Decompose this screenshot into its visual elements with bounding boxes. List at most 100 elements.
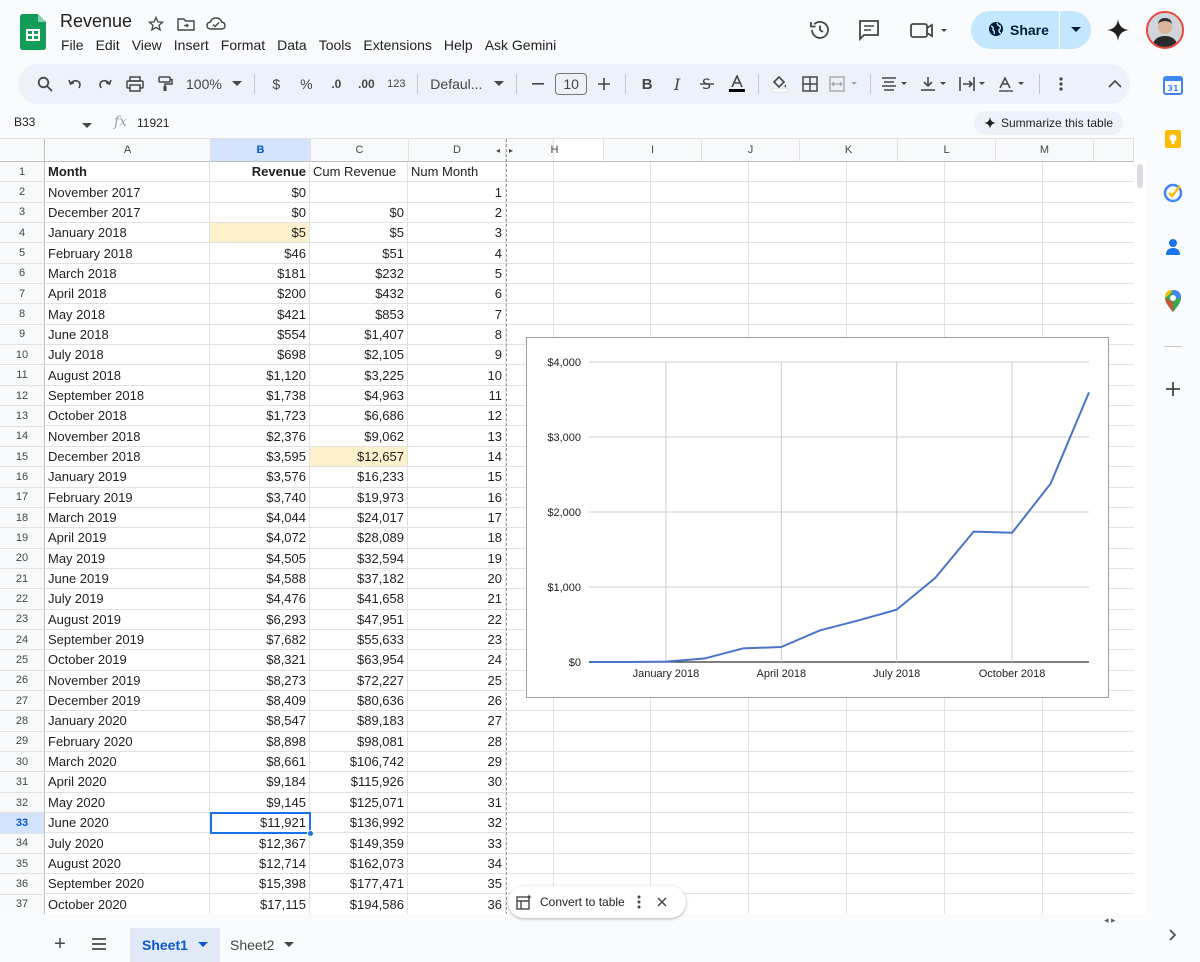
column-header-k[interactable]: K — [800, 139, 898, 162]
cell-a[interactable]: May 2020 — [45, 792, 210, 813]
cell-b[interactable]: $698 — [210, 345, 310, 366]
cell-empty[interactable] — [1043, 203, 1134, 224]
version-history-icon[interactable] — [808, 18, 832, 42]
strikethrough-icon[interactable]: S — [694, 70, 720, 98]
cell-b[interactable]: $421 — [210, 304, 310, 325]
column-header-m[interactable]: M — [996, 139, 1094, 162]
cell-c[interactable]: $2,105 — [310, 345, 408, 366]
add-addon-icon[interactable] — [1160, 376, 1186, 402]
cell-a[interactable]: May 2018 — [45, 304, 210, 325]
cell-empty[interactable] — [945, 263, 1043, 285]
cell-empty[interactable] — [554, 792, 651, 813]
cell-empty[interactable] — [506, 182, 554, 203]
cell-empty[interactable] — [506, 223, 554, 244]
cell-empty[interactable] — [1043, 813, 1134, 834]
cell-a[interactable]: August 2020 — [45, 853, 210, 875]
cell-d[interactable]: 28 — [408, 731, 506, 752]
row-header[interactable]: 19 — [0, 528, 45, 549]
cell-empty[interactable] — [651, 731, 749, 752]
scrollbar-thumb[interactable] — [1137, 164, 1143, 188]
cell-a[interactable]: November 2018 — [45, 426, 210, 447]
cell-a[interactable]: December 2019 — [45, 690, 210, 712]
cell-empty[interactable] — [945, 304, 1043, 325]
cell-empty[interactable] — [651, 202, 749, 224]
cell-a[interactable]: June 2019 — [45, 568, 210, 590]
maps-icon[interactable] — [1160, 288, 1186, 314]
cell-b[interactable]: $4,588 — [210, 568, 310, 590]
row-header[interactable]: 30 — [0, 752, 45, 773]
cell-empty[interactable] — [1043, 711, 1134, 732]
cell-empty[interactable] — [651, 711, 749, 732]
cell-d[interactable]: 11 — [408, 385, 506, 407]
row-header[interactable]: 33 — [0, 813, 45, 834]
cell-empty[interactable] — [1043, 182, 1134, 203]
cell-a[interactable]: April 2020 — [45, 772, 210, 793]
cell-empty[interactable] — [847, 304, 945, 325]
row-header[interactable]: 24 — [0, 630, 45, 651]
cell-a[interactable]: January 2020 — [45, 711, 210, 732]
cell-empty[interactable] — [749, 243, 847, 264]
cell-a[interactable]: March 2018 — [45, 263, 210, 285]
cell-a[interactable]: Month — [45, 162, 210, 183]
freeze-divider[interactable] — [506, 139, 507, 914]
cell-d[interactable]: 17 — [408, 507, 506, 529]
cell-empty[interactable] — [506, 263, 554, 285]
cell-empty[interactable] — [847, 284, 945, 305]
borders-icon[interactable] — [797, 70, 823, 98]
cell-d[interactable]: 13 — [408, 426, 506, 447]
all-sheets-icon[interactable] — [88, 934, 110, 954]
revenue-line-chart[interactable]: $0 $1,000 $2,000 $3,000 $4,000 January 2018 Ap… — [526, 337, 1109, 698]
cell-c[interactable]: $136,992 — [310, 813, 408, 834]
cell-d[interactable]: 12 — [408, 406, 506, 427]
more-options-icon[interactable] — [1048, 70, 1074, 98]
cell-b[interactable]: $9,184 — [210, 772, 310, 793]
cell-empty[interactable] — [651, 284, 749, 305]
cell-empty[interactable] — [554, 202, 651, 224]
cell-b[interactable]: $9,145 — [210, 792, 310, 813]
more-formats-button[interactable]: 123 — [383, 70, 409, 98]
cell-d[interactable]: 21 — [408, 589, 506, 610]
cell-c[interactable]: $162,073 — [310, 853, 408, 875]
cell-d[interactable]: 10 — [408, 365, 506, 386]
row-header[interactable]: 12 — [0, 385, 45, 407]
cell-d[interactable]: 25 — [408, 670, 506, 691]
user-avatar[interactable] — [1146, 11, 1184, 49]
cell-b[interactable]: $17,115 — [210, 894, 310, 914]
font-size-increase-icon[interactable] — [591, 70, 617, 98]
cell-empty[interactable] — [651, 751, 749, 773]
cell-empty[interactable] — [506, 304, 554, 325]
cell-a[interactable]: November 2017 — [45, 182, 210, 203]
menu-data[interactable]: Data — [271, 36, 313, 54]
cell-a[interactable]: June 2020 — [45, 813, 210, 834]
cell-empty[interactable] — [506, 751, 554, 773]
cell-empty[interactable] — [554, 162, 651, 183]
cell-b[interactable]: $1,120 — [210, 365, 310, 386]
merge-cells-icon[interactable] — [827, 70, 862, 98]
cell-empty[interactable] — [554, 751, 651, 773]
column-header-l[interactable]: L — [898, 139, 996, 162]
calendar-icon[interactable]: 31 — [1160, 72, 1186, 98]
cell-empty[interactable] — [506, 202, 554, 224]
cell-empty[interactable] — [847, 731, 945, 752]
row-header[interactable]: 17 — [0, 487, 45, 508]
text-color-icon[interactable] — [724, 70, 750, 98]
cell-empty[interactable] — [651, 304, 749, 325]
row-header[interactable]: 35 — [0, 853, 45, 875]
row-header[interactable]: 10 — [0, 345, 45, 366]
cell-d[interactable]: 16 — [408, 487, 506, 508]
cell-d[interactable]: 35 — [408, 874, 506, 895]
row-header[interactable]: 1 — [0, 162, 45, 183]
cell-a[interactable]: April 2018 — [45, 284, 210, 305]
column-header-b[interactable]: B — [211, 139, 311, 162]
font-family-select[interactable]: Defaul... — [426, 70, 508, 98]
menu-view[interactable]: View — [126, 36, 168, 54]
cell-c[interactable]: $6,686 — [310, 406, 408, 427]
cell-b[interactable]: $6,293 — [210, 609, 310, 630]
cell-c[interactable]: $4,963 — [310, 385, 408, 407]
cell-c[interactable]: $106,742 — [310, 751, 408, 773]
cell-b[interactable]: $3,576 — [210, 467, 310, 488]
cell-b[interactable]: $15,398 — [210, 874, 310, 895]
sheet-tab-sheet1[interactable]: Sheet1 — [130, 928, 220, 962]
cell-d[interactable]: 6 — [408, 284, 506, 305]
vertical-scrollbar[interactable] — [1134, 160, 1146, 914]
